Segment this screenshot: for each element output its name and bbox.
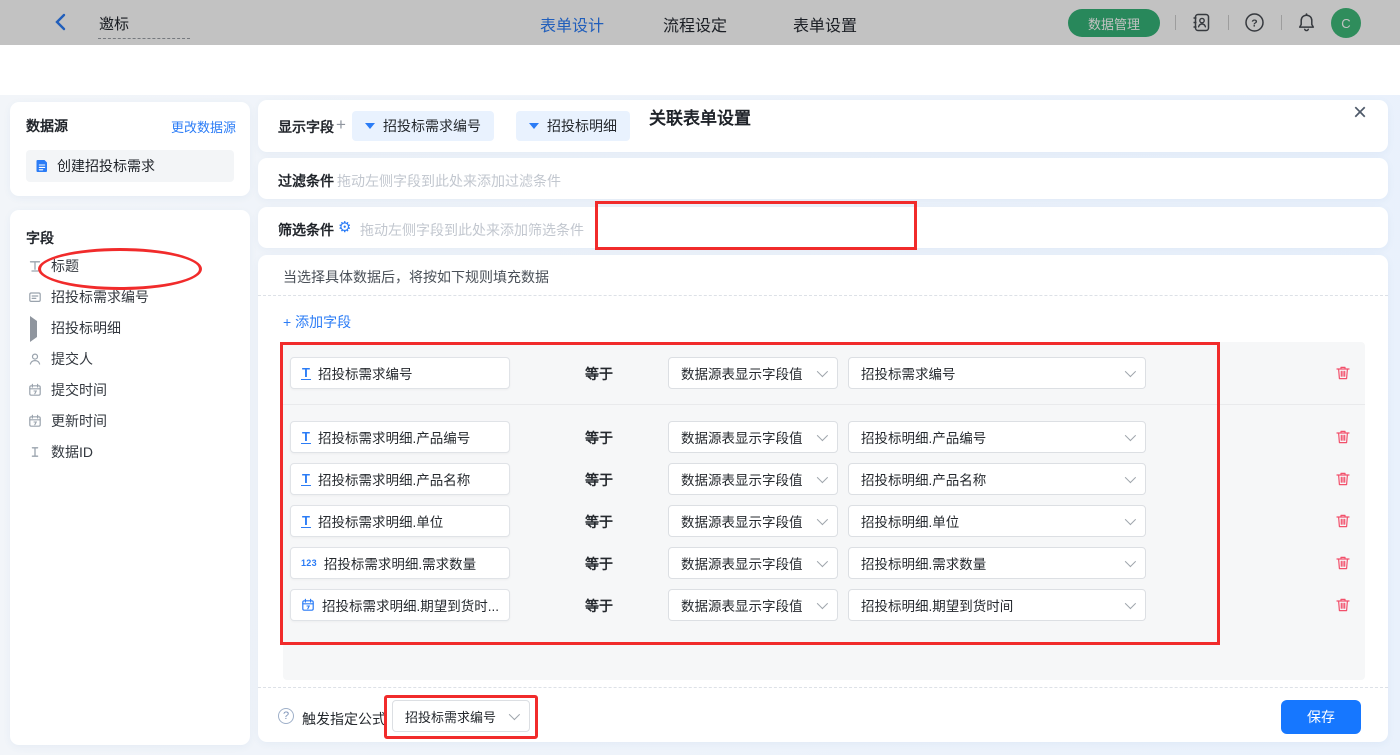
screen-condition-row: 筛选条件 ⚙ 拖动左侧字段到此处来添加筛选条件 — [258, 207, 1388, 248]
chevron-down-icon — [817, 556, 828, 567]
target-field-dropdown[interactable]: 招投标明细.单位 — [848, 505, 1146, 537]
source-value-dropdown[interactable]: 数据源表显示字段值 — [668, 463, 838, 495]
delete-rule-icon[interactable] — [1334, 364, 1352, 382]
chevron-down-icon — [1125, 472, 1136, 483]
delete-rule-icon[interactable] — [1334, 554, 1352, 572]
equals-label: 等于 — [585, 512, 613, 532]
chevron-down-icon — [817, 366, 828, 377]
trigger-formula-dropdown[interactable]: 招投标需求编号 — [392, 700, 530, 732]
target-field-dropdown[interactable]: 招投标明细.需求数量 — [848, 547, 1146, 579]
text-field-icon: T — [301, 430, 311, 445]
screen-dropzone[interactable]: 拖动左侧字段到此处来添加筛选条件 — [360, 220, 584, 240]
rule-field-chip[interactable]: 招投标需求明细.期望到货时... — [290, 589, 510, 621]
id-icon — [28, 445, 42, 459]
source-value-dropdown[interactable]: 数据源表显示字段值 — [668, 589, 838, 621]
field-list: 标题 招投标需求编号 招投标明细 提交人 提交时间 更新时间 — [26, 250, 234, 467]
chevron-down-icon — [1125, 598, 1136, 609]
target-field-dropdown[interactable]: 招投标明细.期望到货时间 — [848, 589, 1146, 621]
datasource-item[interactable]: 创建招投标需求 — [26, 150, 234, 182]
delete-rule-icon[interactable] — [1334, 512, 1352, 530]
chevron-down-icon — [817, 514, 828, 525]
help-icon[interactable]: ? — [278, 708, 294, 724]
text-field-icon: T — [301, 366, 311, 381]
filter-condition-row: 过滤条件 拖动左侧字段到此处来添加过滤条件 — [258, 158, 1388, 199]
field-item-update-time[interactable]: 更新时间 — [26, 405, 234, 436]
field-item-data-id[interactable]: 数据ID — [26, 436, 234, 467]
person-icon — [28, 352, 42, 366]
rule-field-chip[interactable]: T 招投标需求明细.产品编号 — [290, 421, 510, 453]
datasource-item-label: 创建招投标需求 — [57, 156, 155, 176]
target-field-dropdown[interactable]: 招投标需求编号 — [848, 357, 1146, 389]
rule-field-chip[interactable]: T 招投标需求明细.产品名称 — [290, 463, 510, 495]
equals-label: 等于 — [585, 596, 613, 616]
field-item-submit-time[interactable]: 提交时间 — [26, 374, 234, 405]
screen-label: 筛选条件 — [278, 220, 334, 240]
source-value-dropdown[interactable]: 数据源表显示字段值 — [668, 547, 838, 579]
fields-title: 字段 — [26, 228, 54, 248]
save-button[interactable]: 保存 — [1281, 700, 1361, 734]
delete-rule-icon[interactable] — [1334, 470, 1352, 488]
chevron-down-icon — [1125, 514, 1136, 525]
filter-dropzone[interactable]: 拖动左侧字段到此处来添加过滤条件 — [337, 171, 561, 191]
modal-dim-overlay — [0, 0, 1400, 45]
field-item-detail[interactable]: 招投标明细 — [26, 312, 234, 343]
fields-panel: 字段 标题 招投标需求编号 招投标明细 提交人 提交时间 — [10, 210, 250, 745]
rules-header: 当选择具体数据后，将按如下规则填充数据 — [283, 267, 549, 287]
modal-header: 关联表单设置 × — [0, 45, 1400, 95]
chevron-down-icon — [1125, 556, 1136, 567]
divider — [258, 295, 1388, 296]
equals-label: 等于 — [585, 470, 613, 490]
chevron-down-icon — [817, 472, 828, 483]
target-field-dropdown[interactable]: 招投标明细.产品名称 — [848, 463, 1146, 495]
field-item-title[interactable]: 标题 — [26, 250, 234, 281]
filter-label: 过滤条件 — [278, 171, 334, 191]
chevron-down-icon — [1125, 366, 1136, 377]
gear-icon[interactable]: ⚙ — [338, 218, 351, 236]
text-field-icon: T — [301, 514, 311, 529]
chevron-down-icon — [1125, 430, 1136, 441]
equals-label: 等于 — [585, 554, 613, 574]
text-field-icon: T — [301, 472, 311, 487]
close-icon[interactable]: × — [1353, 101, 1367, 125]
rule-field-chip[interactable]: T 招投标需求明细.单位 — [290, 505, 510, 537]
equals-label: 等于 — [585, 364, 613, 384]
field-item-submitter[interactable]: 提交人 — [26, 343, 234, 374]
divider — [283, 404, 1365, 405]
delete-rule-icon[interactable] — [1334, 428, 1352, 446]
number-field-icon: 123 — [301, 558, 317, 568]
page: 邀标 表单设计 流程设定 表单设置 数据管理 ? C 关联表单设置 × 数据源 … — [0, 0, 1400, 755]
delete-rule-icon[interactable] — [1334, 596, 1352, 614]
fill-rules-panel: 当选择具体数据后，将按如下规则填充数据 + 添加字段 T 招投标需求编号 等于 … — [258, 255, 1388, 742]
serial-number-icon — [28, 290, 42, 304]
source-value-dropdown[interactable]: 数据源表显示字段值 — [668, 505, 838, 537]
add-field-button[interactable]: + 添加字段 — [283, 312, 351, 332]
source-value-dropdown[interactable]: 数据源表显示字段值 — [668, 421, 838, 453]
chevron-down-icon — [817, 598, 828, 609]
chevron-down-icon — [817, 430, 828, 441]
divider — [258, 687, 1388, 688]
rule-field-chip[interactable]: 123 招投标需求明细.需求数量 — [290, 547, 510, 579]
calendar-icon — [28, 414, 42, 428]
equals-label: 等于 — [585, 428, 613, 448]
rule-field-chip[interactable]: T 招投标需求编号 — [290, 357, 510, 389]
target-field-dropdown[interactable]: 招投标明细.产品编号 — [848, 421, 1146, 453]
date-field-icon — [301, 598, 315, 612]
field-item-serial[interactable]: 招投标需求编号 — [26, 281, 234, 312]
expand-arrow-icon[interactable] — [28, 321, 42, 335]
calendar-icon — [28, 383, 42, 397]
text-icon — [28, 259, 42, 273]
modal-title: 关联表单设置 — [0, 104, 1400, 129]
trigger-formula-label: 触发指定公式 — [302, 709, 386, 729]
source-value-dropdown[interactable]: 数据源表显示字段值 — [668, 357, 838, 389]
chevron-down-icon — [509, 709, 520, 720]
form-doc-icon — [35, 159, 49, 173]
